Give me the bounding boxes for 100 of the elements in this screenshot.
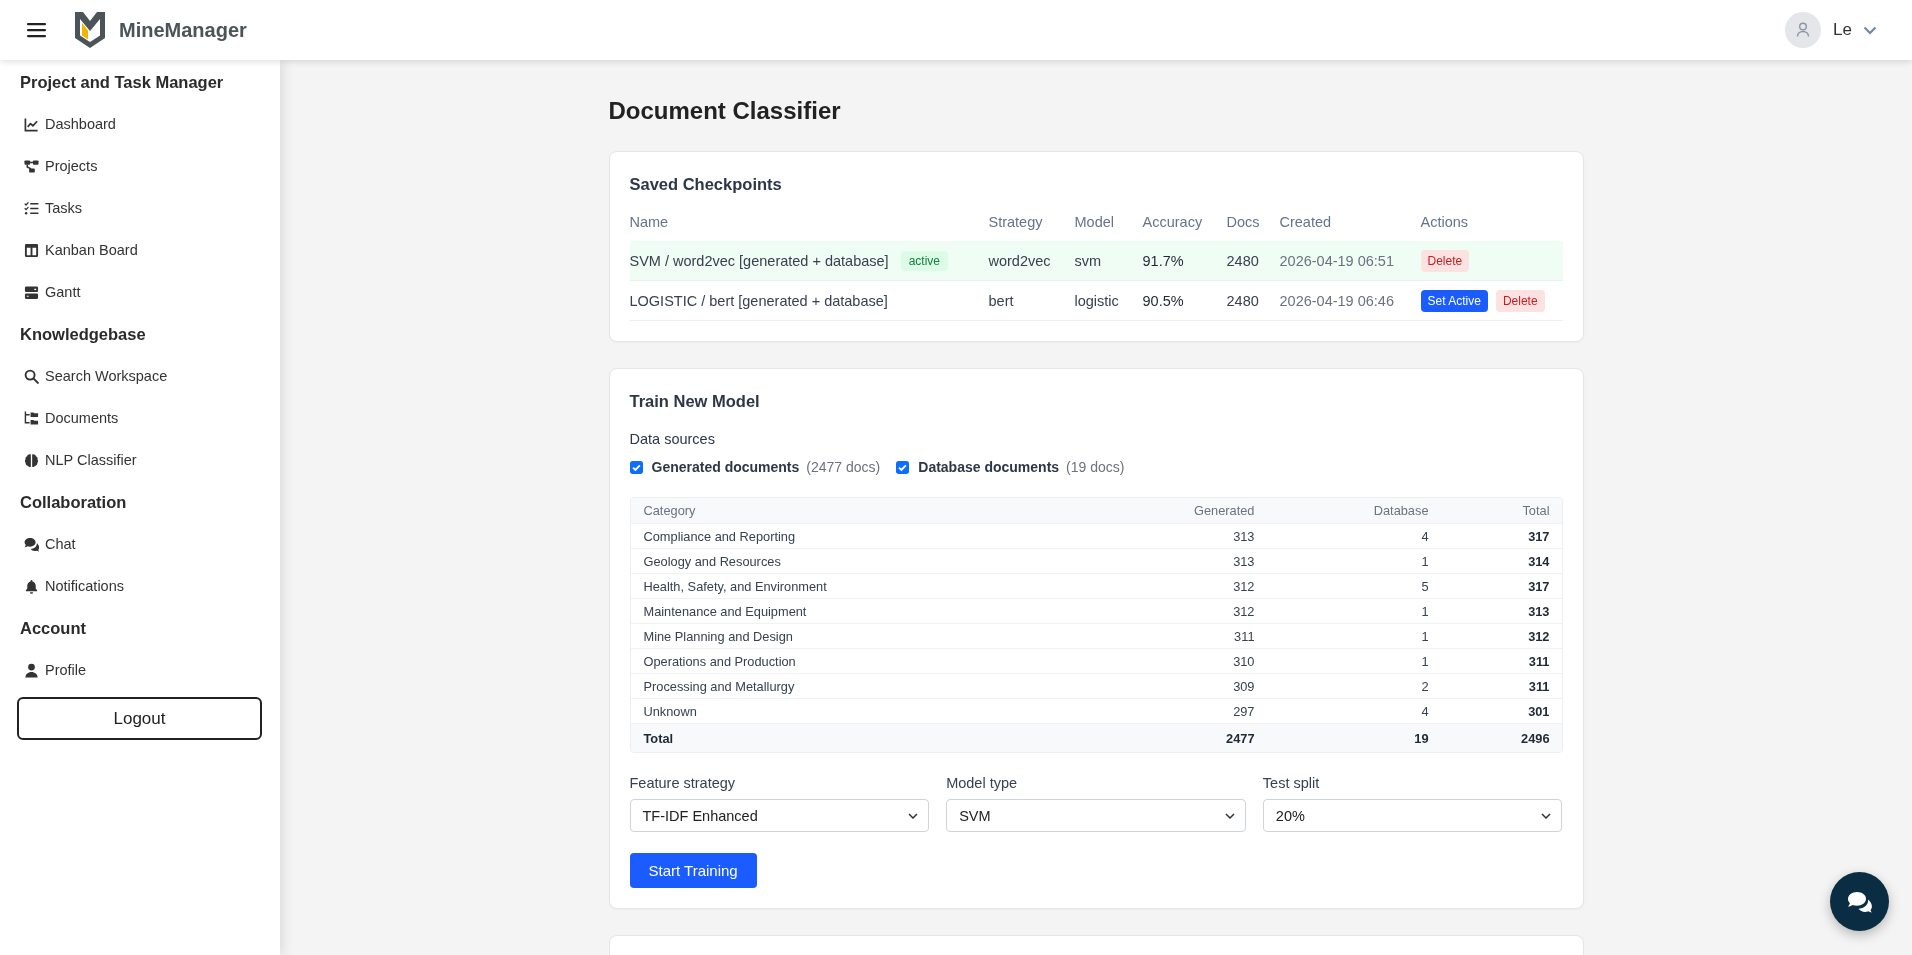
chat-bubbles-icon: [24, 536, 39, 552]
nav-item[interactable]: Kanban Board: [0, 229, 280, 271]
table-cell-text: 2026-04-19 06:51: [1279, 252, 1395, 269]
logout-button[interactable]: Logout: [17, 697, 262, 740]
table-cell-text: 311: [1233, 628, 1256, 644]
select-field[interactable]: SVM: [946, 799, 1246, 832]
column-header: Strategy: [988, 213, 1044, 230]
table-cell: LOGISTIC / bert [generated + database]: [629, 292, 888, 309]
line-chart-icon: [24, 116, 39, 132]
column-header: Total: [1521, 503, 1551, 518]
chat-bubbles-icon: [1846, 890, 1873, 913]
column-header: Created: [1279, 213, 1333, 230]
user-name[interactable]: Le: [1833, 20, 1852, 40]
nav-item[interactable]: Tasks: [0, 187, 280, 229]
checkbox[interactable]: [896, 460, 910, 474]
table-cell-text: 2480: [1226, 292, 1260, 309]
table-cell-text: 301: [1527, 703, 1551, 719]
table-cell-text: 312: [1232, 603, 1256, 619]
column-header: Category: [642, 503, 697, 518]
table-cell-text: 313: [1232, 528, 1256, 544]
nav-item[interactable]: Documents: [0, 397, 280, 439]
table-cell-text: 311: [1527, 653, 1551, 669]
chevron-down-icon: [1541, 812, 1552, 819]
user-icon: [24, 662, 39, 678]
checklist-icon: [24, 200, 39, 216]
nav-item[interactable]: Chat: [0, 523, 280, 565]
table-cell-text: 311: [1527, 678, 1551, 694]
column-header: Accuracy: [1142, 213, 1204, 230]
doc-count: (19 docs): [1066, 459, 1125, 475]
table-cell-text: 313: [1232, 553, 1256, 569]
avatar-icon[interactable]: [1785, 12, 1822, 48]
table-cell-text: Geology and Resources: [642, 553, 782, 569]
stacked-bars-icon: [24, 284, 39, 300]
table-cell-text: 312: [1232, 578, 1256, 594]
table-cell-text: 310: [1232, 653, 1256, 669]
table-cell-text: 317: [1527, 528, 1551, 544]
checkbox[interactable]: [629, 460, 643, 474]
table-cell-text: bert: [988, 292, 1015, 309]
table-cell-text: 297: [1232, 703, 1256, 719]
checkbox-label: Database documents: [918, 459, 1060, 475]
nav-item[interactable]: Notifications: [0, 565, 280, 607]
table-cell-text: 90.5%: [1142, 292, 1185, 309]
bell-icon: [24, 578, 39, 594]
table-cell-text: 1: [1420, 628, 1430, 644]
delete-button[interactable]: Delete: [1420, 249, 1470, 272]
menu-icon[interactable]: [27, 22, 46, 38]
nav-item[interactable]: Gantt: [0, 271, 280, 313]
chevron-down-icon[interactable]: [1863, 25, 1877, 35]
table-cell-text: Health, Safety, and Environment: [642, 578, 828, 594]
section-heading: Account: [19, 618, 87, 639]
select-field[interactable]: 20%: [1262, 799, 1563, 832]
column-header: Generated: [1193, 503, 1256, 518]
table-cell-text: word2vec: [988, 252, 1052, 269]
folder-tree-icon: [24, 410, 39, 426]
table-cell-text: 2026-04-19 06:46: [1279, 292, 1395, 309]
nav-item[interactable]: Search Workspace: [0, 355, 280, 397]
checkbox-label: Generated documents: [651, 459, 800, 475]
column-header: Model: [1074, 213, 1115, 230]
diagram-icon: [24, 158, 39, 174]
field-label: Model type: [946, 774, 1019, 792]
table-cell-text: Unknown: [642, 703, 698, 719]
table-cell-text: 2: [1420, 678, 1430, 694]
table-cell-text: 1: [1420, 603, 1430, 619]
chat-button[interactable]: [1830, 872, 1889, 931]
nav-item[interactable]: Dashboard: [0, 103, 280, 145]
table-cell-text: 314: [1527, 553, 1551, 569]
table-cell-text: 4: [1420, 528, 1430, 544]
table-cell-text: 2496: [1520, 730, 1551, 746]
section-heading: Project and Task Manager: [19, 72, 225, 93]
table-cell-text: 1: [1420, 553, 1430, 569]
table-cell-text: Maintenance and Equipment: [642, 603, 808, 619]
status-badge: active: [900, 250, 948, 271]
column-header: Docs: [1226, 213, 1261, 230]
table-cell-text: 313: [1527, 603, 1551, 619]
table-cell: SVM / word2vec [generated + database]: [629, 252, 889, 269]
set-active-button[interactable]: Set Active: [1420, 289, 1488, 312]
start-training-button[interactable]: Start Training: [629, 853, 757, 888]
nav-item[interactable]: Profile: [0, 649, 280, 691]
table-cell-text: Operations and Production: [642, 653, 797, 669]
table-cell-text: Mine Planning and Design: [642, 628, 794, 644]
page-title: Document Classifier: [608, 97, 842, 125]
section-heading: Collaboration: [19, 492, 128, 513]
section-heading: Knowledgebase: [19, 324, 147, 345]
table-cell-text: Processing and Metallurgy: [642, 678, 796, 694]
table-cell-text: 2477: [1225, 730, 1256, 746]
nav-item[interactable]: Projects: [0, 145, 280, 187]
columns-icon: [24, 242, 39, 258]
table-cell-text: 5: [1420, 578, 1430, 594]
column-header: Database: [1372, 503, 1430, 518]
select-field[interactable]: TF-IDF Enhanced: [629, 799, 930, 832]
table-cell-text: logistic: [1074, 292, 1120, 309]
chevron-down-icon: [1224, 812, 1235, 819]
table-cell-text: 317: [1527, 578, 1551, 594]
section-label: Data sources: [629, 430, 716, 449]
delete-button[interactable]: Delete: [1495, 289, 1545, 312]
nav-item[interactable]: NLP Classifier: [0, 439, 280, 481]
card-title: Saved Checkpoints: [629, 174, 783, 195]
doc-count: (2477 docs): [806, 459, 881, 475]
table-cell-text: 309: [1232, 678, 1256, 694]
table-cell-text: Compliance and Reporting: [642, 528, 797, 544]
